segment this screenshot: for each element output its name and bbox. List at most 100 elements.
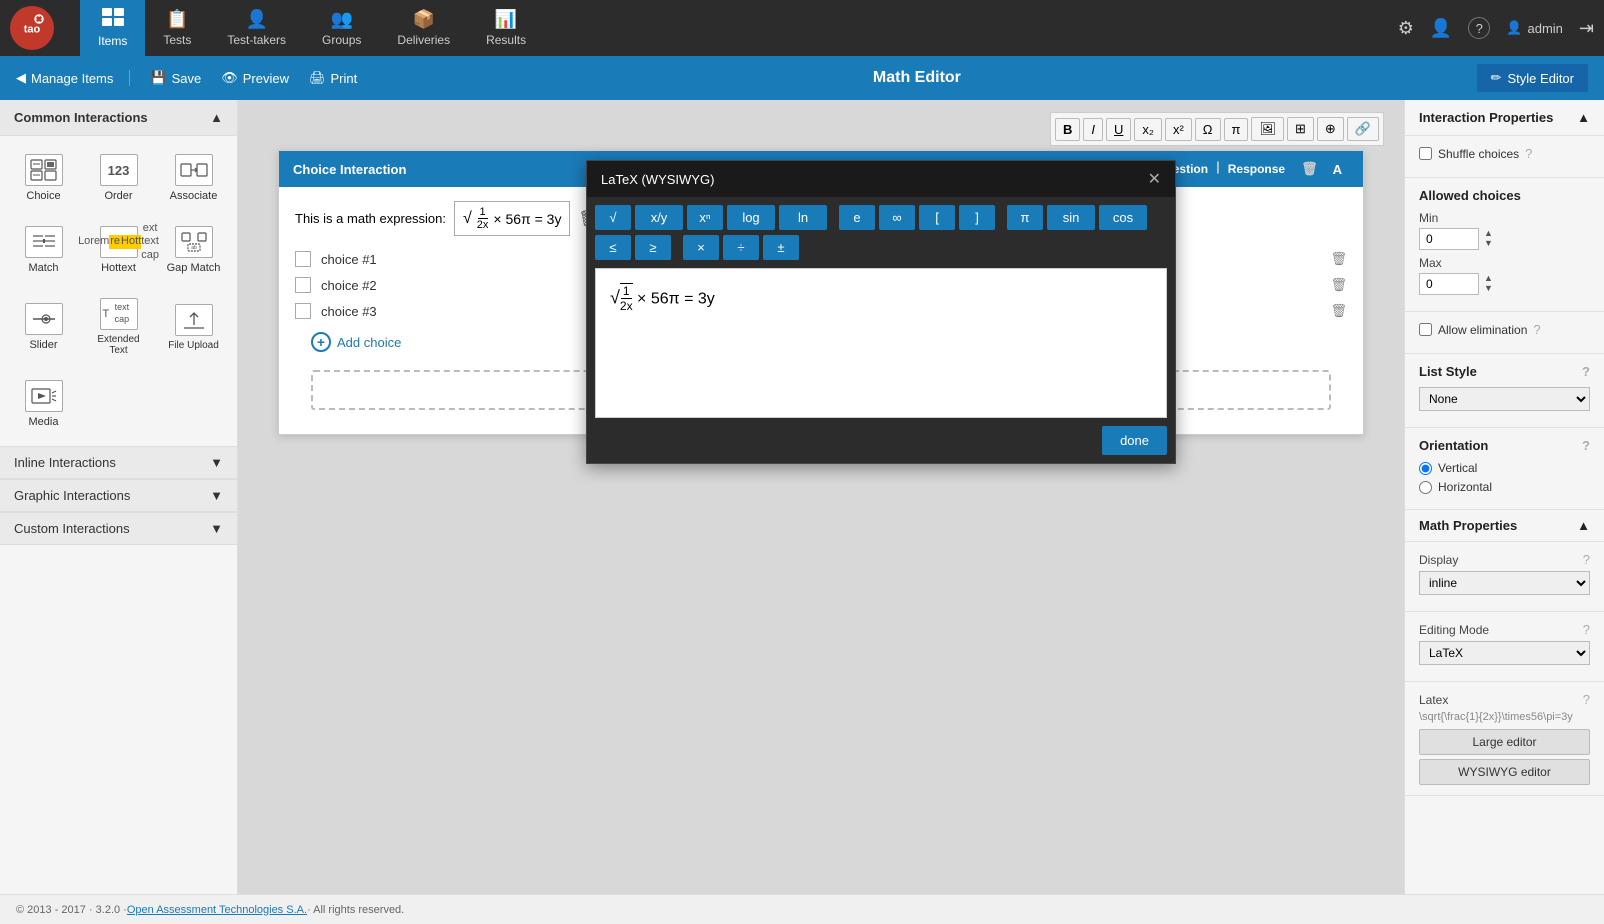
sidebar-item-hottext[interactable]: Lorem reHottexttext cap Hottext [85, 218, 152, 282]
trash-icon[interactable]: 🗑 [1301, 161, 1318, 177]
allow-elimination-help-icon[interactable]: ? [1533, 322, 1540, 337]
custom-interactions-header[interactable]: Custom Interactions ▼ [0, 512, 237, 545]
choice3-delete-icon[interactable]: 🗑 [1330, 303, 1347, 319]
latex-sqrt-sym: √ [610, 288, 620, 308]
choice1-checkbox[interactable] [295, 251, 311, 267]
list-style-help-icon[interactable]: ? [1582, 364, 1590, 379]
choice2-checkbox[interactable] [295, 277, 311, 293]
choice2-delete-icon[interactable]: 🗑 [1330, 277, 1347, 293]
max-down-spinner[interactable]: ▼ [1484, 284, 1493, 294]
fraction-btn[interactable]: x/y [635, 205, 683, 230]
subscript-button[interactable]: x₂ [1134, 118, 1162, 141]
format-button[interactable]: A [1326, 160, 1349, 179]
nav-item-results[interactable]: 📊 Results [468, 0, 544, 56]
orientation-help-icon[interactable]: ? [1582, 438, 1590, 453]
math-properties-header[interactable]: Math Properties ▲ [1419, 518, 1590, 533]
power-btn[interactable]: xⁿ [687, 205, 723, 230]
min-input[interactable] [1419, 228, 1479, 250]
display-select[interactable]: inline block [1419, 571, 1590, 595]
graphic-interactions-header[interactable]: Graphic Interactions ▼ [0, 479, 237, 512]
vertical-radio[interactable] [1419, 462, 1432, 475]
sqrt-btn[interactable]: √ [595, 205, 631, 230]
admin-button[interactable]: 👤 admin [1506, 20, 1563, 36]
lbracket-btn[interactable]: [ [919, 205, 955, 230]
shuffle-help-icon[interactable]: ? [1525, 146, 1532, 161]
omega-button[interactable]: Ω [1195, 118, 1221, 141]
pi-btn[interactable]: π [1007, 205, 1043, 230]
choice3-checkbox[interactable] [295, 303, 311, 319]
rbracket-btn[interactable]: ] [959, 205, 995, 230]
app-logo[interactable]: tao [10, 6, 60, 50]
table-button[interactable]: ⊞ [1287, 117, 1314, 141]
latex-help-icon[interactable]: ? [1583, 692, 1590, 707]
italic-button[interactable]: I [1083, 118, 1103, 141]
nav-item-groups[interactable]: 👥 Groups [304, 0, 379, 56]
allow-elimination-checkbox[interactable] [1419, 323, 1432, 336]
divide-btn[interactable]: ÷ [723, 235, 759, 260]
infinity-btn[interactable]: ∞ [879, 205, 915, 230]
logout-icon[interactable]: ⇥ [1579, 18, 1594, 39]
latex-close-button[interactable]: ✕ [1148, 169, 1161, 189]
nav-testtakers-label: Test-takers [227, 33, 286, 47]
latex-editor[interactable]: √12x × 56π = 3y [595, 268, 1167, 418]
sidebar-item-extended-text[interactable]: Ttext cap Extended Text [85, 290, 152, 364]
settings-icon[interactable]: ⚙ [1398, 18, 1414, 39]
users-icon[interactable]: 👤 [1430, 18, 1452, 39]
print-button[interactable]: 🖨 Print [309, 70, 357, 86]
response-tab[interactable]: Response [1220, 159, 1293, 179]
save-button[interactable]: 💾 Save [150, 70, 201, 86]
image-button[interactable]: 🖼 [1251, 117, 1284, 141]
editing-mode-help-icon[interactable]: ? [1583, 622, 1590, 637]
plusminus-btn[interactable]: ± [763, 235, 799, 260]
min-down-spinner[interactable]: ▼ [1484, 239, 1493, 249]
log-btn[interactable]: log [727, 205, 775, 230]
special-button[interactable]: ⊕ [1317, 117, 1344, 141]
sidebar-item-media[interactable]: Media [10, 372, 77, 436]
max-input[interactable] [1419, 273, 1479, 295]
preview-button[interactable]: 👁 Preview [221, 70, 289, 86]
sidebar-item-choice[interactable]: Choice [10, 146, 77, 210]
geq-btn[interactable]: ≥ [635, 235, 671, 260]
shuffle-choices-checkbox[interactable] [1419, 147, 1432, 160]
inline-interactions-header[interactable]: Inline Interactions ▼ [0, 446, 237, 479]
style-editor-button[interactable]: ✏ Style Editor [1477, 64, 1588, 92]
link-button[interactable]: 🔗 [1347, 117, 1379, 141]
leq-btn[interactable]: ≤ [595, 235, 631, 260]
sidebar-item-associate[interactable]: Associate [160, 146, 227, 210]
sidebar-item-slider[interactable]: Slider [10, 290, 77, 364]
company-link[interactable]: Open Assessment Technologies S.A. [127, 904, 307, 916]
nav-item-deliveries[interactable]: 📦 Deliveries [379, 0, 468, 56]
choice1-delete-icon[interactable]: 🗑 [1330, 251, 1347, 267]
list-style-select[interactable]: None Decimal Lower Alpha Upper Alpha [1419, 387, 1590, 411]
euler-btn[interactable]: e [839, 205, 875, 230]
help-icon[interactable]: ? [1468, 17, 1490, 39]
bold-button[interactable]: B [1055, 118, 1080, 141]
wysiwyg-editor-button[interactable]: WYSIWYG editor [1419, 759, 1590, 785]
horizontal-radio[interactable] [1419, 481, 1432, 494]
nav-item-items[interactable]: Items [80, 0, 145, 56]
sin-btn[interactable]: sin [1047, 205, 1095, 230]
editing-mode-select[interactable]: LaTeX WYSIWYG [1419, 641, 1590, 665]
pi-button[interactable]: π [1224, 118, 1249, 141]
interaction-properties-collapse[interactable]: ▲ [1577, 110, 1590, 125]
nav-item-tests[interactable]: 📋 Tests [145, 0, 209, 56]
display-help-icon[interactable]: ? [1583, 552, 1590, 567]
gap-match-label: Gap Match [167, 262, 221, 274]
sidebar-item-gap-match[interactable]: ab Gap Match [160, 218, 227, 282]
vertical-radio-row: Vertical [1419, 461, 1590, 475]
done-button[interactable]: done [1102, 426, 1167, 455]
ln-btn[interactable]: ln [779, 205, 827, 230]
large-editor-button[interactable]: Large editor [1419, 729, 1590, 755]
sidebar-item-order[interactable]: 123 Order [85, 146, 152, 210]
math-expression[interactable]: √ 1 2x × 56π = 3y [454, 201, 570, 236]
sidebar-item-match[interactable]: Match [10, 218, 77, 282]
underline-button[interactable]: U [1106, 118, 1131, 141]
nav-item-testtakers[interactable]: 👤 Test-takers [209, 0, 304, 56]
back-button[interactable]: ◀ Manage Items [16, 70, 130, 86]
times-btn[interactable]: × [683, 235, 719, 260]
sidebar-item-file-upload[interactable]: File Upload [160, 290, 227, 364]
superscript-button[interactable]: x² [1165, 118, 1192, 141]
cos-btn[interactable]: cos [1099, 205, 1147, 230]
inline-interactions-label: Inline Interactions [14, 455, 116, 470]
common-interactions-header[interactable]: Common Interactions ▲ [0, 100, 237, 136]
